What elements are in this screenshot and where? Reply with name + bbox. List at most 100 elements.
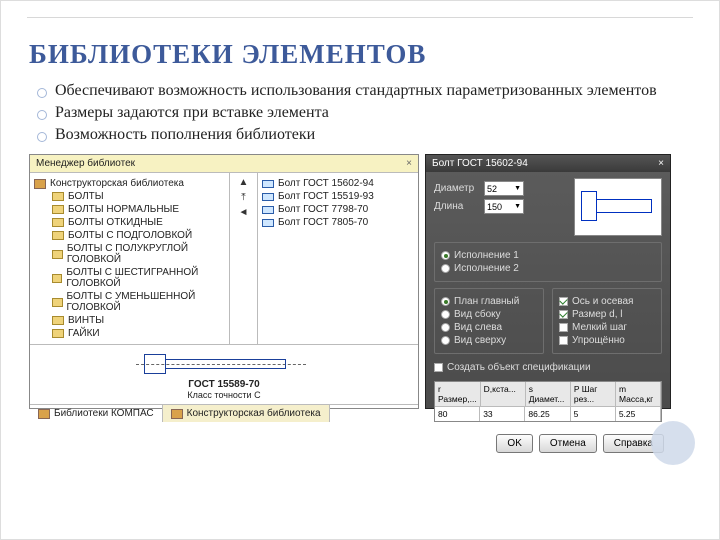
tree-folder[interactable]: БОЛТЫ С ШЕСТИГРАННОЙ ГОЛОВКОЙ xyxy=(52,267,225,289)
folder-icon xyxy=(52,329,64,338)
preview-drawing xyxy=(38,349,410,379)
preview-subcaption: Класс точности С xyxy=(38,390,410,400)
screenshot-row: Менеджер библиотек × Конструкторская биб… xyxy=(29,154,691,409)
library-manager-titlebar[interactable]: Менеджер библиотек × xyxy=(30,155,418,173)
checkbox-icon xyxy=(434,363,443,372)
radio-exec1[interactable]: Исполнение 1 xyxy=(441,250,655,261)
table-header: r Размер,... D,кста... s Диамет... P Шаг… xyxy=(435,382,661,407)
radio-top[interactable]: Вид сверху xyxy=(441,335,537,346)
list-item-label: Болт ГОСТ 15519-93 xyxy=(278,191,374,202)
library-tree[interactable]: Конструкторская библиотека БОЛТЫ БОЛТЫ Н… xyxy=(30,173,230,344)
close-icon[interactable]: × xyxy=(406,158,412,169)
tree-folder[interactable]: БОЛТЫ С ПОДГОЛОВКОЙ xyxy=(52,230,225,241)
library-item-list[interactable]: Болт ГОСТ 15602-94 Болт ГОСТ 15519-93 Бо… xyxy=(258,173,418,344)
tree-folder[interactable]: БОЛТЫ xyxy=(52,191,225,202)
tree-folder-label: ВИНТЫ xyxy=(68,315,104,326)
list-item-label: Болт ГОСТ 7798-70 xyxy=(278,204,368,215)
th: P Шаг рез... xyxy=(571,382,616,406)
checkbox-icon xyxy=(559,336,568,345)
tree-folder[interactable]: БОЛТЫ ОТКИДНЫЕ xyxy=(52,217,225,228)
table-row[interactable]: 80 33 86.25 5 5.25 xyxy=(435,407,661,421)
th: D,кста... xyxy=(481,382,526,406)
dialog-titlebar[interactable]: Болт ГОСТ 15602-94 × xyxy=(426,155,670,172)
bullet-item: Обеспечивают возможность использования с… xyxy=(37,82,691,100)
folder-icon xyxy=(52,205,64,214)
check-spec[interactable]: Создать объект спецификации xyxy=(434,362,662,373)
td: 80 xyxy=(435,407,480,421)
tree-folder-label: БОЛТЫ НОРМАЛЬНЫЕ xyxy=(68,204,179,215)
dialog-drawing xyxy=(574,178,662,236)
length-combo[interactable]: 150 ▼ xyxy=(484,199,524,214)
ok-button[interactable]: OK xyxy=(496,434,532,453)
radio-left[interactable]: Вид слева xyxy=(441,322,537,333)
folder-icon xyxy=(52,192,64,201)
book-icon xyxy=(38,409,50,419)
scroll-up-icon[interactable]: ▲ xyxy=(239,177,249,188)
tree-folder-label: БОЛТЫ ОТКИДНЫЕ xyxy=(68,217,163,228)
tab-constructor[interactable]: Конструкторская библиотека xyxy=(163,405,330,422)
cancel-button[interactable]: Отмена xyxy=(539,434,597,453)
radio-label: Вид слева xyxy=(454,322,502,333)
radio-icon xyxy=(441,336,450,345)
th: r Размер,... xyxy=(435,382,481,406)
library-tabs: Библиотеки КОМПАС Конструкторская библио… xyxy=(30,404,418,422)
list-item-label: Болт ГОСТ 7805-70 xyxy=(278,217,368,228)
dialog-buttons: OK Отмена Справка xyxy=(426,428,670,459)
radio-label: Вид сбоку xyxy=(454,309,501,320)
list-item[interactable]: Болт ГОСТ 7798-70 xyxy=(262,204,414,215)
tree-folder[interactable]: БОЛТЫ С УМЕНЬШЕННОЙ ГОЛОВКОЙ xyxy=(52,291,225,313)
param-block: Диаметр 52▼ Длина 150▼ xyxy=(434,178,564,236)
tree-folder-label: ГАЙКИ xyxy=(68,328,100,339)
tree-folder-label: БОЛТЫ С ПОЛУКРУГЛОЙ ГОЛОВКОЙ xyxy=(67,243,225,265)
tree-root-label: Конструкторская библиотека xyxy=(50,178,184,189)
tree-folder-label: БОЛТЫ С ПОДГОЛОВКОЙ xyxy=(68,230,192,241)
list-item[interactable]: Болт ГОСТ 15602-94 xyxy=(262,178,414,189)
radio-exec2[interactable]: Исполнение 2 xyxy=(441,263,655,274)
tab-label: Конструкторская библиотека xyxy=(187,408,321,419)
radio-label: Вид сверху xyxy=(454,335,506,346)
th: s Диамет... xyxy=(526,382,571,406)
execution-group: Исполнение 1 Исполнение 2 xyxy=(434,242,662,282)
tree-folder[interactable]: ВИНТЫ xyxy=(52,315,225,326)
check-label: Ось и осевая xyxy=(572,296,633,307)
diameter-combo[interactable]: 52▼ xyxy=(484,181,524,196)
radio-icon xyxy=(441,251,450,260)
check-small[interactable]: Мелкий шаг xyxy=(559,322,655,333)
radio-plan[interactable]: План главный xyxy=(441,296,537,307)
tree-folder-label: БОЛТЫ xyxy=(68,191,104,202)
list-item[interactable]: Болт ГОСТ 7805-70 xyxy=(262,217,414,228)
td: 33 xyxy=(480,407,525,421)
preview-caption: ГОСТ 15589-70 xyxy=(38,379,410,390)
tree-folder[interactable]: ГАЙКИ xyxy=(52,328,225,339)
scroll-top-icon[interactable]: ⤒ xyxy=(241,192,245,203)
param-table[interactable]: r Размер,... D,кста... s Диамет... P Шаг… xyxy=(434,381,662,422)
tree-root[interactable]: Конструкторская библиотека xyxy=(34,178,225,189)
length-value: 150 xyxy=(487,202,502,212)
bolt-icon xyxy=(262,219,274,227)
chevron-down-icon: ▼ xyxy=(514,203,521,210)
scroll-left-icon[interactable]: ◄ xyxy=(239,207,249,218)
radio-icon xyxy=(441,310,450,319)
checkbox-icon xyxy=(559,297,568,306)
library-preview: ГОСТ 15589-70 Класс точности С xyxy=(30,344,418,404)
check-dim[interactable]: Размер d, l xyxy=(559,309,655,320)
tree-folder[interactable]: БОЛТЫ С ПОЛУКРУГЛОЙ ГОЛОВКОЙ xyxy=(52,243,225,265)
list-item-label: Болт ГОСТ 15602-94 xyxy=(278,178,374,189)
radio-side[interactable]: Вид сбоку xyxy=(441,309,537,320)
td: 5.25 xyxy=(616,407,661,421)
radio-icon xyxy=(441,297,450,306)
tree-folder-label: БОЛТЫ С ШЕСТИГРАННОЙ ГОЛОВКОЙ xyxy=(66,267,225,289)
tree-folder[interactable]: БОЛТЫ НОРМАЛЬНЫЕ xyxy=(52,204,225,215)
check-axis[interactable]: Ось и осевая xyxy=(559,296,655,307)
folder-icon xyxy=(52,218,64,227)
check-simpl[interactable]: Упрощённо xyxy=(559,335,655,346)
th: m Масса,кг xyxy=(616,382,661,406)
radio-label: План главный xyxy=(454,296,519,307)
accent-circle xyxy=(651,421,695,465)
radio-icon xyxy=(441,264,450,273)
close-icon[interactable]: × xyxy=(658,158,664,169)
list-item[interactable]: Болт ГОСТ 15519-93 xyxy=(262,191,414,202)
tab-kompas[interactable]: Библиотеки КОМПАС xyxy=(30,405,163,422)
book-icon xyxy=(34,179,46,189)
top-rule xyxy=(27,17,693,18)
